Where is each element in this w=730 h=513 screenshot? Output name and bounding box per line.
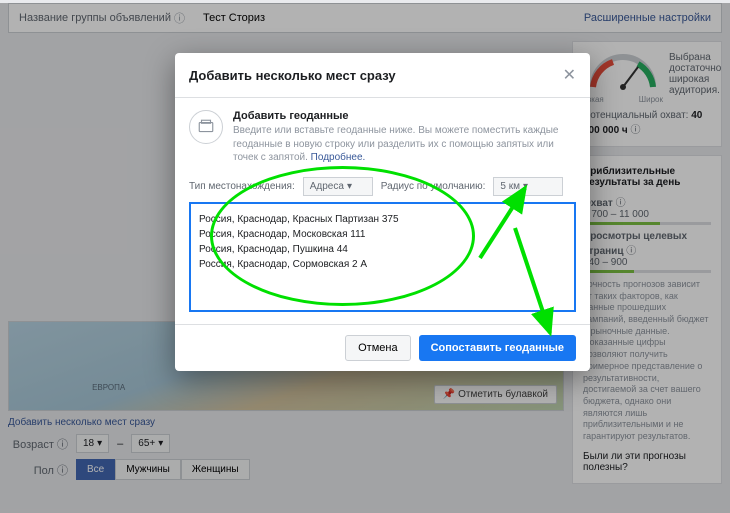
address-line: Россия, Краснодар, Сормовская 2 А [199, 257, 566, 272]
location-type-label: Тип местонахождения: [189, 181, 295, 192]
addresses-textarea[interactable]: Россия, Краснодар, Красных Партизан 375Р… [189, 202, 576, 312]
radius-select[interactable]: 5 км ▾ [493, 177, 563, 196]
address-line: Россия, Краснодар, Красных Партизан 375 [199, 212, 566, 227]
geodata-icon [189, 110, 223, 144]
match-geodata-button[interactable]: Сопоставить геоданные [419, 335, 576, 361]
learn-more-link[interactable]: Подробнее. [311, 152, 366, 163]
modal-title: Добавить несколько мест сразу [189, 68, 396, 83]
radius-label: Радиус по умолчанию: [381, 181, 486, 192]
add-locations-modal: Добавить несколько мест сразу ✕ Добавить… [175, 53, 590, 371]
address-line: Россия, Краснодар, Московская 111 [199, 227, 566, 242]
location-type-select[interactable]: Адреса ▾ [303, 177, 373, 196]
geodata-desc: Введите или вставьте геоданные ниже. Вы … [233, 124, 576, 165]
close-icon[interactable]: ✕ [563, 65, 576, 85]
geodata-title: Добавить геоданные [233, 110, 576, 122]
address-line: Россия, Краснодар, Пушкина 44 [199, 242, 566, 257]
cancel-button[interactable]: Отмена [345, 335, 410, 361]
